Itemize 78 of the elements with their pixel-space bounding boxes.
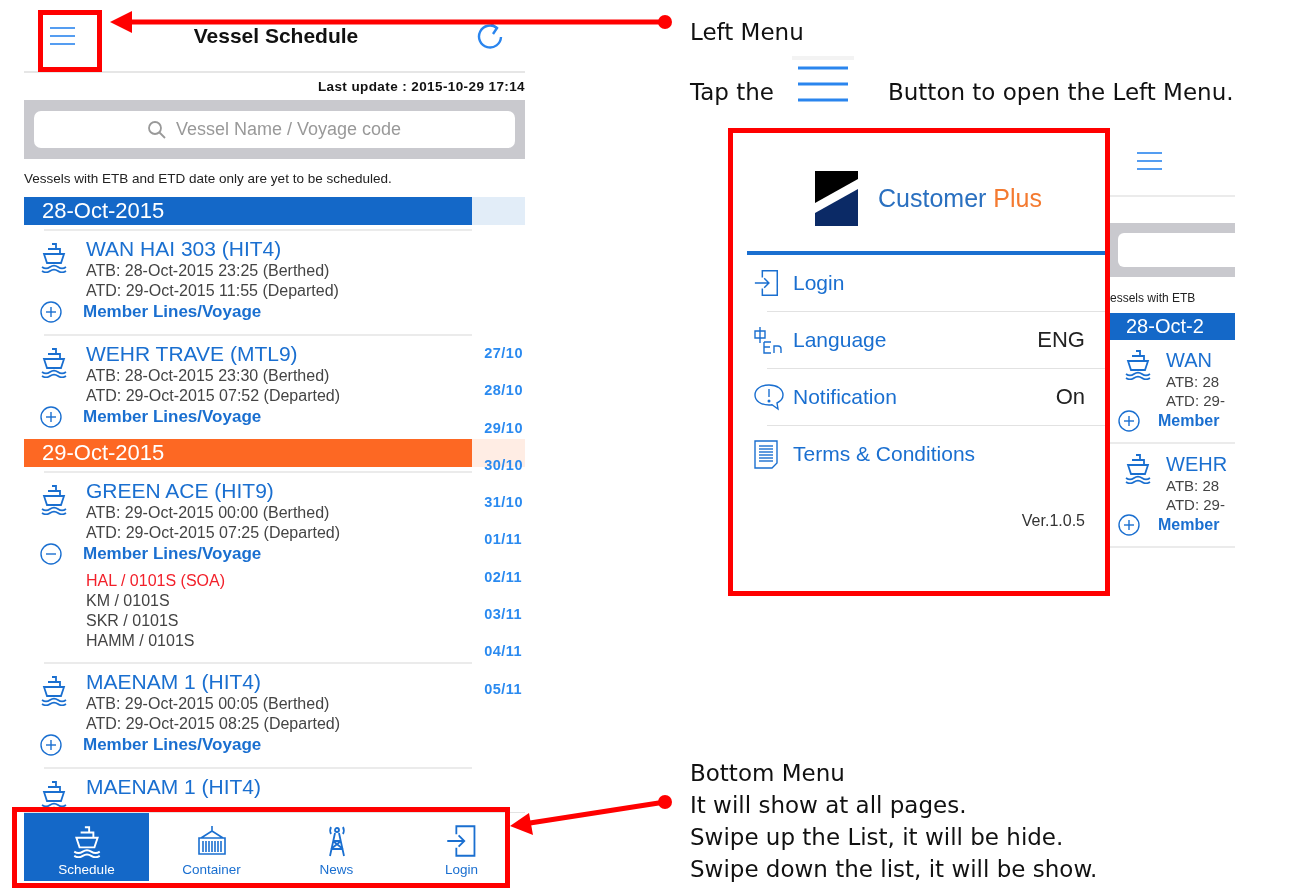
menu-item[interactable]: Terms & Conditions [747,426,1105,482]
berthed-time: ATB: 28 [1166,476,1221,495]
berthed-time: ATB: 29-Oct-2015 00:00 (Berthed) [86,503,331,523]
vessel-name[interactable]: MAENAM 1 (HIT4) [86,670,472,694]
date-index-item[interactable]: 30/10 [484,456,523,495]
departed-time: ATD: 29- [1166,391,1226,410]
berthed-time: ATB: 28 [1166,372,1221,391]
minus-circle-icon[interactable] [40,543,62,565]
berthed-time: ATB: 28-Oct-2015 23:25 (Berthed) [86,261,331,281]
annotation-title: Bottom Menu [690,759,846,788]
logo-icon [815,171,858,226]
plus-circle-icon[interactable] [1118,514,1140,536]
member-line: HAL / 0101S (SOA) [86,571,227,591]
date-index-item[interactable]: 29/10 [484,419,523,457]
vessel-name[interactable]: WEHR TRAVE (MTL9) [86,342,472,366]
search-field[interactable]: Vessel Name / Voyage code [34,111,515,148]
menu-item[interactable]: Login [747,255,1105,311]
login-icon [753,269,781,297]
date-index-item[interactable]: 28/10 [484,382,523,420]
date-header-strip [472,197,525,225]
vessel-name[interactable]: GREEN ACE (HIT9) [86,479,472,503]
annotation-text: It will show at all pages. [690,791,968,820]
date-header: 29-Oct-2015 [24,439,472,467]
search-field[interactable] [1118,232,1235,267]
member-lines-link[interactable]: Member Lines/Voyage [83,407,262,427]
date-header: 28-Oct-2 [1110,312,1235,340]
member-line: KM / 0101S [86,591,171,611]
vessel-name[interactable]: WEHR [1166,452,1235,476]
version-text: Ver.1.0.5 [1020,512,1086,530]
highlight-frame [38,10,102,72]
member-lines-link[interactable]: Member Lines/Voyage [83,302,262,322]
schedule-notice: essels with ETB [1110,290,1197,305]
date-index-item[interactable]: 05/11 [484,680,523,718]
annotation-title: Left Menu [690,18,805,47]
plus-circle-icon[interactable] [40,734,62,756]
language-icon [753,325,783,355]
date-index-item[interactable]: 04/11 [484,643,523,681]
menu-icon[interactable] [50,25,75,46]
date-index-item[interactable]: 01/11 [484,531,523,569]
member-lines-link[interactable]: Member [1158,516,1220,534]
document-icon [753,439,779,469]
berthed-time: ATB: 28-Oct-2015 23:30 (Berthed) [86,366,331,386]
member-lines-link[interactable]: Member Lines/Voyage [83,544,262,564]
annotation-text: Tap the [690,78,774,107]
member-lines-link[interactable]: Member Lines/Voyage [83,735,262,755]
vessel-name[interactable]: MAENAM 1 (HIT4) [86,775,472,799]
annotation-text: Swipe down the list, it will be show. [690,855,1099,884]
date-index-item[interactable]: 02/11 [484,568,523,607]
tab[interactable]: Schedule [24,813,149,881]
departed-time: ATD: 29-Oct-2015 07:25 (Departed) [86,523,342,543]
member-line: HAMM / 0101S [86,631,196,651]
date-index-item[interactable]: 31/10 [484,494,523,532]
berthed-time: ATB: 29-Oct-2015 00:05 (Berthed) [86,694,331,714]
menu-icon[interactable] [798,64,848,104]
speech-bubble-icon [753,383,785,411]
vessel-name[interactable]: WAN HAI 303 (HIT4) [86,237,472,261]
screen-title: Vessel Schedule [192,23,360,48]
date-index-item[interactable]: 27/10 [484,345,523,383]
date-header: 28-Oct-2015 [24,197,472,225]
vessel-name[interactable]: WAN [1166,348,1235,372]
last-update: Last update : 2015-10-29 17:14 [316,78,525,96]
logo-text: Customer Plus [878,184,1042,213]
menu-item[interactable]: Notification On [747,369,1105,425]
schedule-notice: Vessels with ETB and ETD date only are yet to be scheduled. [24,169,393,188]
departed-time: ATD: 29- [1166,495,1226,514]
menu-icon[interactable] [1137,151,1162,172]
date-index-item[interactable]: 03/11 [484,606,523,644]
departed-time: ATD: 29-Oct-2015 11:55 (Departed) [86,281,340,301]
annotation-text: Swipe up the List, it will be hide. [690,823,1065,852]
plus-circle-icon[interactable] [40,406,62,428]
departed-time: ATD: 29-Oct-2015 07:52 (Departed) [86,386,342,406]
member-lines-link[interactable]: Member [1158,412,1220,430]
departed-time: ATD: 29-Oct-2015 08:25 (Departed) [86,714,342,734]
plus-circle-icon[interactable] [1118,410,1140,432]
member-line: SKR / 0101S [86,611,180,631]
annotation-text: Button to open the Left Menu. [888,78,1234,107]
menu-item[interactable]: Language ENG [747,312,1105,368]
plus-circle-icon[interactable] [40,301,62,323]
